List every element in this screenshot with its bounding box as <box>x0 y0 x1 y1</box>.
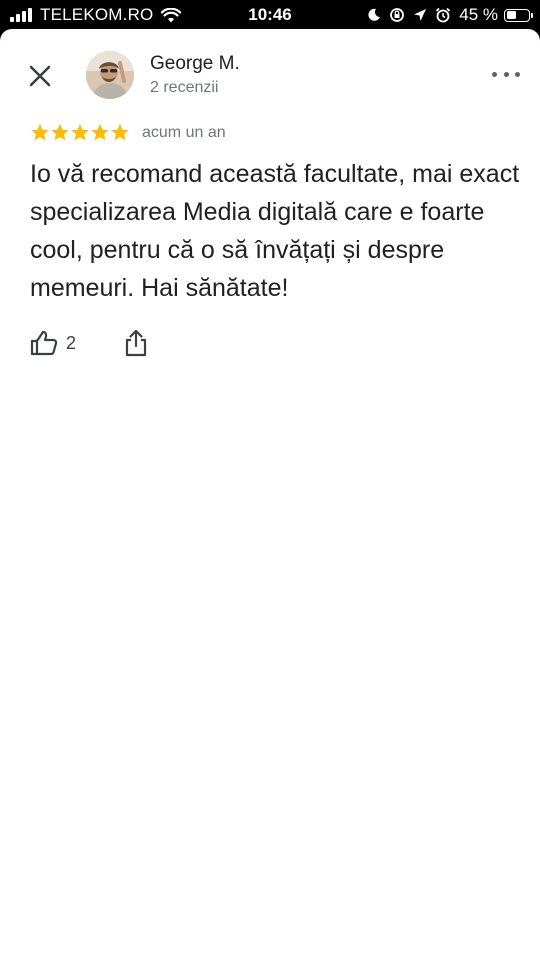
review-sheet: George M. 2 recenzii acum un an Io vă re… <box>0 29 540 961</box>
like-button[interactable]: 2 <box>30 330 76 356</box>
battery-percent: 45 % <box>459 5 498 24</box>
review-actions: 2 <box>30 329 148 357</box>
author-name[interactable]: George M. <box>150 53 240 75</box>
battery-icon <box>504 8 533 22</box>
star-icon <box>111 123 129 141</box>
star-icon <box>91 123 109 141</box>
star-icon <box>51 123 69 141</box>
like-count: 2 <box>66 332 77 353</box>
location-arrow-icon <box>413 8 427 22</box>
close-button[interactable] <box>26 62 54 90</box>
share-icon <box>125 329 147 357</box>
alarm-icon <box>435 7 451 23</box>
status-bar: TELEKOM.RO 10:46 45 % <box>0 0 540 30</box>
star-icon <box>71 123 89 141</box>
status-bar-right: 45 % <box>359 5 533 25</box>
more-horizontal-icon <box>492 71 497 77</box>
share-button[interactable] <box>124 329 148 357</box>
more-options-button[interactable] <box>492 69 520 79</box>
star-rating <box>30 123 130 142</box>
close-icon <box>29 65 51 87</box>
thumbs-up-icon <box>30 330 58 356</box>
review-date: acum un an <box>142 123 226 141</box>
moon-icon <box>367 8 381 22</box>
rating-row: acum un an <box>30 123 226 142</box>
star-icon <box>31 123 49 141</box>
review-text: Io vă recomand această facultate, mai ex… <box>30 160 520 302</box>
avatar[interactable] <box>86 51 134 99</box>
author-review-count: 2 recenzii <box>150 79 219 96</box>
rotation-lock-icon <box>389 7 405 23</box>
